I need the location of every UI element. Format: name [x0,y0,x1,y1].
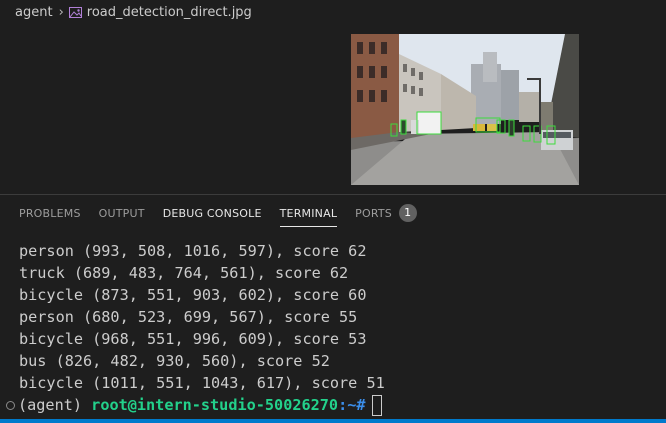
terminal-prompt[interactable]: (agent) root@intern-studio-50026270 :~# [0,394,666,416]
terminal-line: bus (826, 482, 930, 560), score 52 [19,352,330,370]
image-preview-area [0,24,666,194]
terminal-line: person (993, 508, 1016, 597), score 62 [19,242,367,260]
image-file-icon [68,6,82,18]
breadcrumb-file[interactable]: road_detection_direct.jpg [87,5,252,20]
tab-ports-label: PORTS [355,207,392,220]
tab-output[interactable]: OUTPUT [90,195,154,233]
prompt-path: :~# [338,396,366,414]
breadcrumb: agent › road_detection_direct.jpg [0,0,666,24]
tab-terminal[interactable]: TERMINAL [271,195,347,233]
prompt-user-host: root@intern-studio-50026270 [91,396,339,414]
terminal-line: person (680, 523, 699, 567), score 55 [19,308,358,326]
terminal-line: truck (689, 483, 764, 561), score 62 [19,264,349,282]
breadcrumb-folder[interactable]: agent [15,5,53,20]
status-bar [0,419,666,423]
terminal-line: bicycle (873, 551, 903, 602), score 60 [19,286,367,304]
tab-problems[interactable]: PROBLEMS [10,195,90,233]
tab-debug-console[interactable]: DEBUG CONSOLE [154,195,271,233]
terminal-output[interactable]: person (993, 508, 1016, 597), score 62 t… [0,240,666,416]
prompt-env: (agent) [18,396,83,414]
tab-ports[interactable]: PORTS 1 [346,195,426,233]
chevron-right-icon: › [58,4,64,20]
terminal-line: bicycle (968, 551, 996, 609), score 53 [19,330,367,348]
panel-tabs: PROBLEMS OUTPUT DEBUG CONSOLE TERMINAL P… [0,195,666,233]
terminal-cursor [371,394,382,416]
command-status-icon[interactable] [6,400,15,410]
road-detection-image [351,34,579,185]
ports-count-badge: 1 [398,204,417,222]
terminal-line: bicycle (1011, 551, 1043, 617), score 51 [19,374,385,392]
